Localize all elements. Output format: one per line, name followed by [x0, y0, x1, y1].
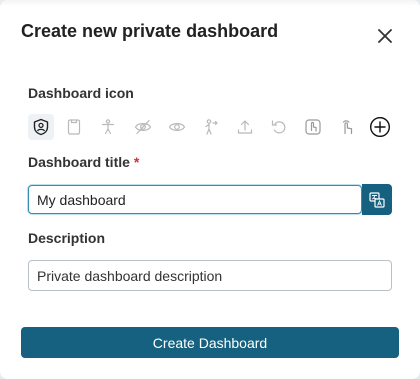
upload-icon[interactable] — [232, 114, 258, 140]
add-circle-icon[interactable] — [367, 114, 393, 140]
dashboard-title-input[interactable] — [28, 185, 362, 214]
hand-pointer-icon[interactable] — [334, 114, 360, 140]
person-arrow-icon[interactable] — [198, 114, 224, 140]
dashboard-title-label: Dashboard title * — [28, 154, 139, 170]
description-label: Description — [28, 230, 106, 246]
hand-pointer-box-icon[interactable] — [300, 114, 326, 140]
close-icon[interactable] — [374, 25, 396, 47]
create-dashboard-button[interactable]: Create Dashboard — [21, 327, 399, 358]
dashboard-title-label-text: Dashboard title — [28, 154, 130, 170]
clipboard-icon[interactable] — [61, 114, 87, 140]
dashboard-icon-label: Dashboard icon — [28, 85, 134, 101]
create-dashboard-dialog: Create new private dashboard Dashboard i… — [0, 0, 420, 379]
eye-icon[interactable] — [164, 114, 190, 140]
shield-user-icon[interactable] — [28, 114, 54, 140]
dialog-title: Create new private dashboard — [21, 21, 279, 41]
eye-off-icon[interactable] — [130, 114, 156, 140]
undo-icon[interactable] — [266, 114, 292, 140]
dashboard-icon-picker — [28, 114, 398, 140]
description-input[interactable] — [28, 260, 392, 291]
required-marker: * — [133, 154, 140, 170]
accessibility-icon[interactable] — [95, 114, 121, 140]
top-strip — [0, 0, 420, 6]
translate-button[interactable] — [362, 184, 392, 215]
translate-icon — [369, 191, 385, 208]
